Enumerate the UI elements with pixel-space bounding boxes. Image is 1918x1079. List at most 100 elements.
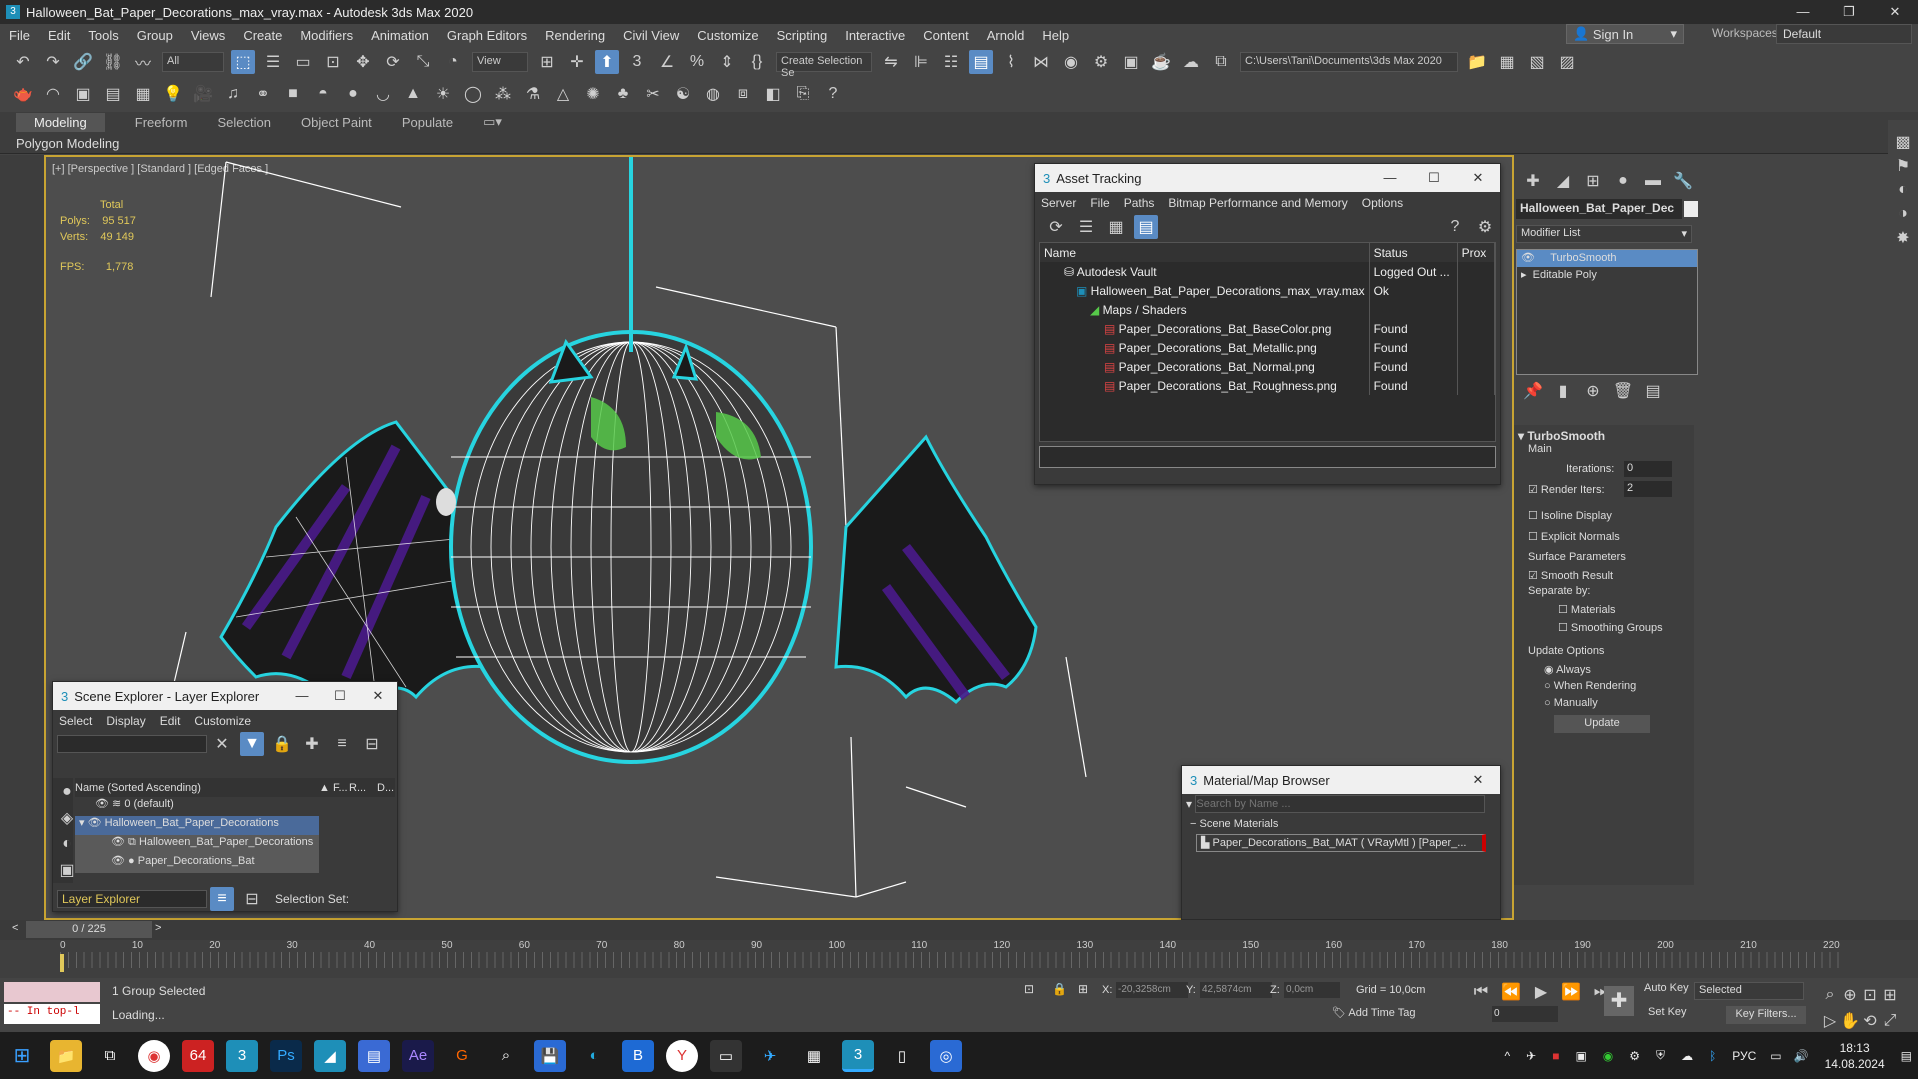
- teapot-icon[interactable]: 🫖: [11, 82, 35, 106]
- tray-chevron-icon[interactable]: ^: [1505, 1049, 1511, 1063]
- hemisphere-icon[interactable]: ◓: [311, 82, 335, 106]
- maxscript-mini-listener[interactable]: -- In top-l: [4, 1004, 100, 1024]
- project-folder-icon[interactable]: 📁: [1465, 50, 1489, 74]
- set-key-button[interactable]: Set Key: [1648, 1006, 1687, 1018]
- rotate-icon[interactable]: ⟳: [381, 50, 405, 74]
- fur-icon[interactable]: ♣: [611, 82, 635, 106]
- window-crossing-icon[interactable]: ⊡: [321, 50, 345, 74]
- render-icon[interactable]: ☕: [1149, 50, 1173, 74]
- ribbon-options-icon[interactable]: ▭▾: [483, 114, 502, 130]
- tray-telegram-icon[interactable]: ✈: [1526, 1049, 1536, 1063]
- render-cloud-icon[interactable]: ☁: [1179, 50, 1203, 74]
- object-color-swatch[interactable]: [1684, 201, 1698, 217]
- explicit-normals-checkbox[interactable]: ☐ Explicit Normals: [1528, 530, 1620, 543]
- hierarchy-icon[interactable]: ⊟: [360, 732, 384, 756]
- go-to-start-icon[interactable]: ⏮: [1469, 980, 1493, 1004]
- render-iters-checkbox[interactable]: ☑ Render Iters:: [1528, 483, 1605, 496]
- modifier-list-dropdown[interactable]: Modifier List ▾: [1516, 225, 1692, 243]
- far-manager-icon[interactable]: 64: [182, 1039, 214, 1072]
- container-icon[interactable]: ▦: [1495, 50, 1519, 74]
- list-view-icon[interactable]: ☰: [1074, 215, 1098, 239]
- time-slider[interactable]: < 0 / 225 >: [0, 920, 1918, 940]
- yandex-icon[interactable]: Y: [666, 1039, 698, 1072]
- track-bar[interactable]: 0 10 20 30 40 50 60 70 80 90 100 110 120 130 140 150 160…: [0, 940, 1918, 978]
- col-display[interactable]: D...: [377, 782, 394, 794]
- tray-bluetooth-icon[interactable]: ᛒ: [1709, 1049, 1716, 1063]
- search-app-icon[interactable]: ⌕: [490, 1040, 522, 1072]
- menu-tools[interactable]: Tools: [79, 28, 127, 43]
- configure-sets-icon[interactable]: ▤: [1641, 379, 1665, 403]
- store-icon[interactable]: B: [622, 1039, 654, 1072]
- angle-snap-icon[interactable]: ∠: [655, 50, 679, 74]
- box-icon[interactable]: ■: [281, 82, 305, 106]
- terminal-icon[interactable]: ▭: [710, 1039, 742, 1072]
- snaps-icon[interactable]: 3: [625, 50, 649, 74]
- utilities-tab-icon[interactable]: 🔧: [1671, 169, 1695, 193]
- undo-icon[interactable]: ↶: [11, 50, 35, 74]
- polygon-modeling-bar[interactable]: Polygon Modeling: [0, 132, 1918, 154]
- hierarchy-tab-icon[interactable]: ⊞: [1581, 169, 1605, 193]
- z-coordinate-field[interactable]: 0,0cm: [1284, 982, 1340, 998]
- align-icon[interactable]: ⊫: [909, 50, 933, 74]
- material-sphere-icon[interactable]: ◍: [701, 82, 725, 106]
- key-selection-dropdown[interactable]: Selected: [1694, 982, 1804, 1000]
- table-row[interactable]: ▤ Paper_Decorations_Bat_Normal.png Found: [1040, 357, 1496, 376]
- smooth-result-checkbox[interactable]: ☑ Smooth Result: [1528, 569, 1613, 582]
- refresh-icon[interactable]: ⟳: [1044, 215, 1068, 239]
- current-frame-field[interactable]: 0: [1492, 1006, 1558, 1022]
- table-view-icon[interactable]: ▤: [1134, 215, 1158, 239]
- stack-item-turbosmooth[interactable]: 👁 TurboSmooth: [1517, 250, 1697, 267]
- sun-icon[interactable]: ☀: [431, 82, 455, 106]
- unlink-icon[interactable]: ⛓: [101, 50, 125, 74]
- tab-selection[interactable]: Selection: [218, 115, 271, 130]
- material-preview-icon[interactable]: ◑: [1891, 202, 1915, 226]
- filter-icon[interactable]: ▼: [240, 732, 264, 756]
- layer-explorer-icon[interactable]: ≡: [210, 887, 234, 911]
- eye-icon[interactable]: 👁: [1521, 252, 1550, 264]
- previous-frame-icon[interactable]: ⏪: [1499, 980, 1523, 1004]
- checker-icon[interactable]: ▩: [1891, 130, 1915, 154]
- lister-icon[interactable]: ⧈: [731, 82, 755, 106]
- close-icon[interactable]: ✕: [1456, 164, 1500, 192]
- play-icon[interactable]: ▶: [1529, 980, 1553, 1004]
- set-key-icon[interactable]: ✚: [1604, 986, 1634, 1016]
- stack-item-editable-poly[interactable]: ▸ Editable Poly: [1517, 267, 1697, 284]
- maximize-icon[interactable]: ☐: [321, 682, 359, 710]
- col-freeze[interactable]: ▲ F...: [319, 782, 349, 794]
- redo-icon[interactable]: ↷: [41, 50, 65, 74]
- object-name-field[interactable]: Halloween_Bat_Paper_Dec: [1516, 199, 1682, 219]
- tray-nvidia-icon[interactable]: ◉: [1603, 1049, 1613, 1063]
- g-app-icon[interactable]: G: [446, 1040, 478, 1072]
- sound-icon[interactable]: ♫: [221, 82, 245, 106]
- percent-snap-icon[interactable]: %: [685, 50, 709, 74]
- menu-customize[interactable]: Customize: [194, 714, 251, 728]
- image-plane-icon[interactable]: ▣: [71, 82, 95, 106]
- container-open-icon[interactable]: ▧: [1525, 50, 1549, 74]
- remove-modifier-icon[interactable]: 🗑: [1611, 379, 1635, 403]
- when-rendering-radio[interactable]: ○ When Rendering: [1544, 680, 1636, 692]
- menu-graph-editors[interactable]: Graph Editors: [438, 28, 536, 43]
- keyboard-shortcut-icon[interactable]: ⬆: [595, 50, 619, 74]
- menu-edit[interactable]: Edit: [39, 28, 79, 43]
- menu-content[interactable]: Content: [914, 28, 978, 43]
- menu-file[interactable]: File: [1090, 196, 1109, 210]
- maximize-viewport-icon[interactable]: ⤢: [1881, 1009, 1899, 1033]
- menu-bitmap-performance[interactable]: Bitmap Performance and Memory: [1168, 196, 1347, 210]
- materials-checkbox[interactable]: ☐ Materials: [1558, 603, 1616, 616]
- move-icon[interactable]: ✥: [351, 50, 375, 74]
- windows-start-icon[interactable]: ⊞: [6, 1040, 38, 1072]
- close-icon[interactable]: ✕: [1456, 766, 1500, 794]
- menu-civil-view[interactable]: Civil View: [614, 28, 688, 43]
- menu-display[interactable]: Display: [106, 714, 145, 728]
- show-end-result-icon[interactable]: ▮: [1551, 379, 1575, 403]
- export-icon[interactable]: ⎘: [791, 82, 815, 106]
- reference-coord-dropdown[interactable]: View: [472, 52, 528, 72]
- eye-icon[interactable]: 👁: [111, 855, 128, 867]
- pivot-icon[interactable]: ⊞: [535, 50, 559, 74]
- lock-icon[interactable]: 🔒: [270, 732, 294, 756]
- menu-paths[interactable]: Paths: [1124, 196, 1155, 210]
- manually-radio[interactable]: ○ Manually: [1544, 697, 1598, 709]
- motion-tab-icon[interactable]: ●: [1611, 169, 1635, 193]
- x-coordinate-field[interactable]: -20,3258cm: [1116, 982, 1188, 998]
- isolate-icon[interactable]: ⊡: [1024, 982, 1034, 996]
